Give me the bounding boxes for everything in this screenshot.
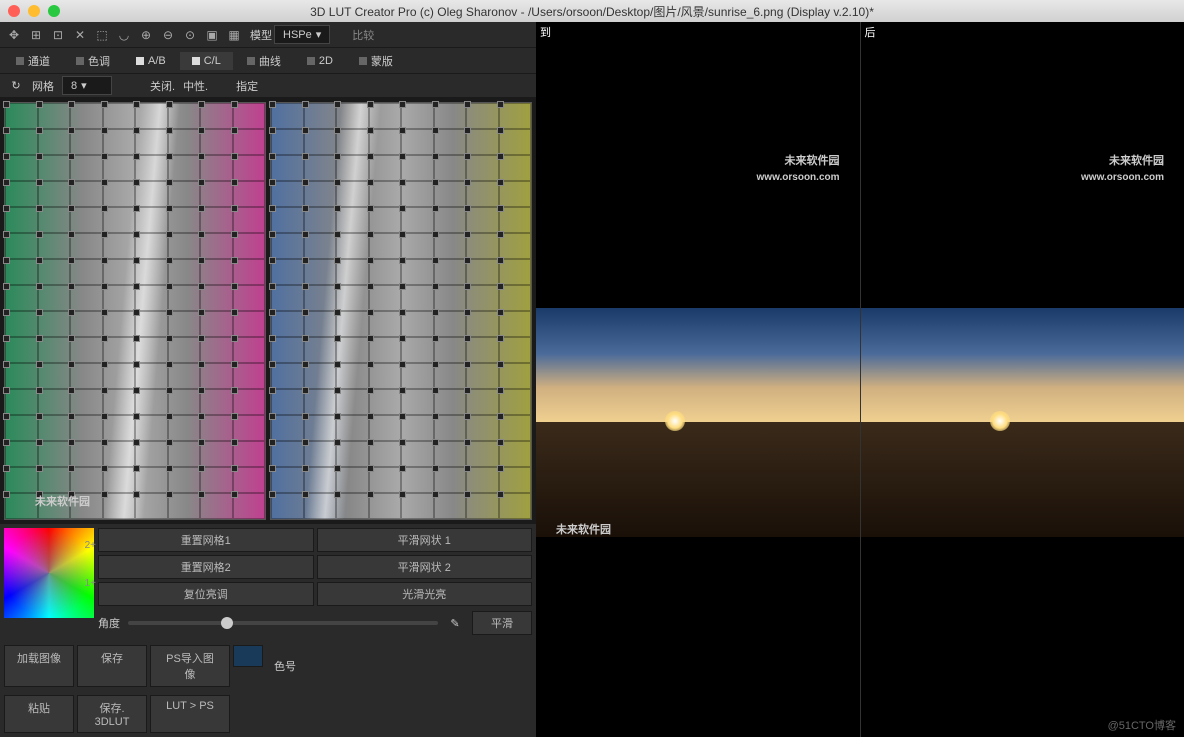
grid-label: 网格 xyxy=(32,78,54,94)
reset-grid1-button[interactable]: 重置网格1 xyxy=(98,528,314,552)
grid-select[interactable]: 8▾ xyxy=(62,76,112,95)
smooth-mesh1-button[interactable]: 平滑网状 1 xyxy=(317,528,533,552)
label-2plus: 2+ xyxy=(85,540,96,551)
preview-after-label: 后 xyxy=(865,24,876,40)
smooth-button[interactable]: 平滑 xyxy=(472,611,532,635)
bottom-bar-2: 粘贴 保存. 3DLUT LUT > PS xyxy=(0,691,536,737)
smooth-light-button[interactable]: 光滑光亮 xyxy=(317,582,533,606)
reset-grid2-button[interactable]: 重置网格2 xyxy=(98,555,314,579)
refresh-icon[interactable]: ↻ xyxy=(8,78,24,94)
cross-tool-icon[interactable]: ✕ xyxy=(70,25,90,45)
tab-cl[interactable]: C/L xyxy=(180,52,233,70)
zoom-fit-icon[interactable]: ⊙ xyxy=(180,25,200,45)
smooth-mesh2-button[interactable]: 平滑网状 2 xyxy=(317,555,533,579)
credit-label: @51CTO博客 xyxy=(1108,717,1176,733)
preview-image-after xyxy=(861,308,1184,537)
left-panel: ✥ ⊞ ⊡ ✕ ⬚ ◡ ⊕ ⊖ ⊙ ▣ ▦ 模型 HSPe▾ 比较 通道 色调 … xyxy=(0,22,536,737)
closed-label[interactable]: 关闭. xyxy=(150,78,175,94)
reset-tone-button[interactable]: 复位亮调 xyxy=(98,582,314,606)
model-select[interactable]: HSPe▾ xyxy=(274,25,330,44)
compare-label: 比较 xyxy=(352,27,374,43)
marquee-tool-icon[interactable]: ⬚ xyxy=(92,25,112,45)
lut-to-ps-button[interactable]: LUT > PS xyxy=(150,695,230,733)
grid-area: 未来软件园 xyxy=(0,98,536,524)
model-label: 模型 xyxy=(250,27,272,43)
eyedropper-icon[interactable]: ✎ xyxy=(446,617,464,630)
tab-channel[interactable]: 通道 xyxy=(4,50,62,72)
angle-slider[interactable] xyxy=(128,621,438,625)
preview-before: 到 未来软件园 www.orsoon.com 未来软件园 xyxy=(536,22,861,737)
zoom-out-icon[interactable]: ⊖ xyxy=(158,25,178,45)
select-tool-icon[interactable]: ⊡ xyxy=(48,25,68,45)
color-swatch[interactable] xyxy=(233,645,263,667)
color-grid-1[interactable]: 未来软件园 xyxy=(4,102,266,520)
preview-image-before xyxy=(536,308,860,537)
tab-2d[interactable]: 2D xyxy=(295,52,345,70)
options-bar: ↻ 网格 8▾ 关闭. 中性. 指定 xyxy=(0,74,536,98)
close-icon[interactable] xyxy=(8,5,20,17)
target-icon[interactable]: ▣ xyxy=(202,25,222,45)
ps-import-button[interactable]: PS导入图像 xyxy=(150,645,230,687)
traffic-lights xyxy=(8,5,60,17)
angle-label: 角度 xyxy=(98,615,120,631)
paste-button[interactable]: 粘贴 xyxy=(4,695,74,733)
tab-curve[interactable]: 曲线 xyxy=(235,50,293,72)
label-1plus: 1+ xyxy=(85,578,96,589)
tab-mask[interactable]: 蒙版 xyxy=(347,50,405,72)
window-title: 3D LUT Creator Pro (c) Oleg Sharonov - /… xyxy=(310,3,874,20)
save-3dlut-button[interactable]: 保存. 3DLUT xyxy=(77,695,147,733)
zoom-in-icon[interactable]: ⊕ xyxy=(136,25,156,45)
grid-view-icon[interactable]: ▦ xyxy=(224,25,244,45)
titlebar: 3D LUT Creator Pro (c) Oleg Sharonov - /… xyxy=(0,0,1184,22)
load-image-button[interactable]: 加载图像 xyxy=(4,645,74,687)
color-wheel[interactable] xyxy=(4,528,94,618)
bottom-bar: 加载图像 保存 PS导入图像 色号 xyxy=(0,641,536,691)
preview-after: 后 未来软件园 www.orsoon.com @51CTO博客 xyxy=(861,22,1184,737)
maximize-icon[interactable] xyxy=(48,5,60,17)
grid-tool-icon[interactable]: ⊞ xyxy=(26,25,46,45)
color-grid-2[interactable] xyxy=(270,102,532,520)
save-button[interactable]: 保存 xyxy=(77,645,147,687)
lock-label[interactable]: 指定 xyxy=(236,78,258,94)
tab-ab[interactable]: A/B xyxy=(124,52,178,70)
move-tool-icon[interactable]: ✥ xyxy=(4,25,24,45)
tab-bar: 通道 色调 A/B C/L 曲线 2D 蒙版 xyxy=(0,48,536,74)
lasso-tool-icon[interactable]: ◡ xyxy=(114,25,134,45)
tab-tone[interactable]: 色调 xyxy=(64,50,122,72)
minimize-icon[interactable] xyxy=(28,5,40,17)
controls-panel: 2+ 1+ 重置网格1 平滑网状 1 重置网格2 平滑网状 2 复位亮调 光滑光… xyxy=(0,524,536,641)
preview-to-label: 到 xyxy=(540,24,551,40)
preview-area: 到 未来软件园 www.orsoon.com 未来软件园 后 未来软件园 www… xyxy=(536,22,1184,737)
neutral-label[interactable]: 中性. xyxy=(183,78,208,94)
main-toolbar: ✥ ⊞ ⊡ ✕ ⬚ ◡ ⊕ ⊖ ⊙ ▣ ▦ 模型 HSPe▾ 比较 xyxy=(0,22,536,48)
colornum-label: 色号 xyxy=(274,658,296,674)
